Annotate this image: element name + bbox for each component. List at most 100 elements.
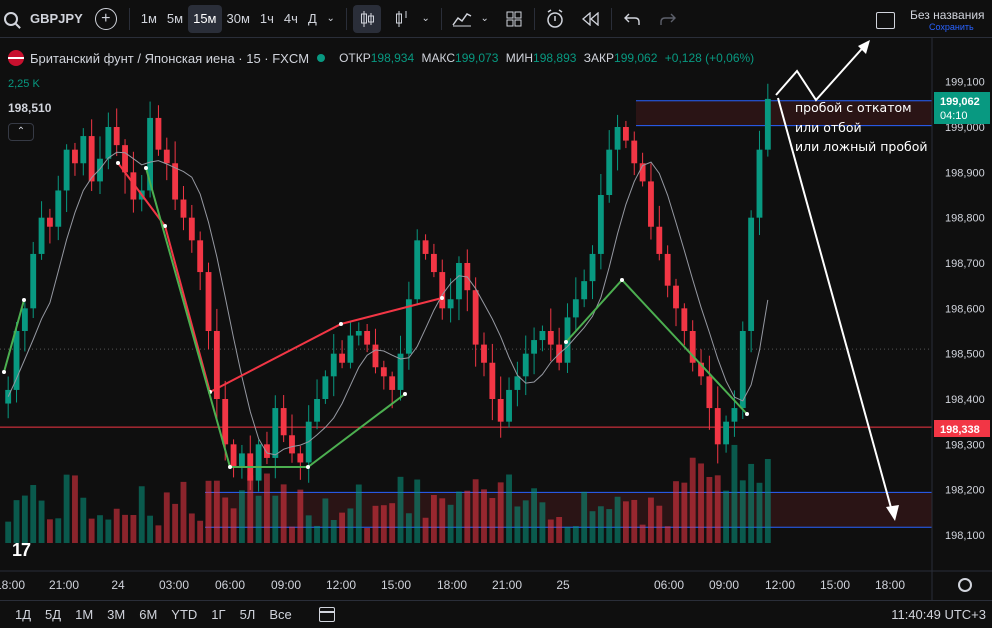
candle[interactable] <box>222 399 229 445</box>
candle[interactable] <box>614 127 621 150</box>
candle[interactable] <box>188 217 195 241</box>
range-all[interactable]: Все <box>262 607 298 622</box>
candle[interactable] <box>539 331 546 341</box>
chevron-down-icon[interactable]: ⌄ <box>476 5 494 33</box>
wave-line[interactable] <box>565 278 748 415</box>
candle[interactable] <box>380 367 387 377</box>
tradingview-logo[interactable]: 17 <box>12 540 31 561</box>
indicators-icon[interactable] <box>448 5 476 33</box>
candle[interactable] <box>497 399 504 422</box>
candle[interactable] <box>522 353 529 377</box>
wave-point[interactable] <box>144 166 148 170</box>
range-5d[interactable]: 5Д <box>38 607 68 622</box>
candle[interactable] <box>339 353 346 363</box>
range-3m[interactable]: 3М <box>100 607 132 622</box>
candle[interactable] <box>606 149 613 195</box>
templates-icon[interactable] <box>500 5 528 33</box>
wave-point[interactable] <box>440 296 444 300</box>
candle[interactable] <box>589 253 596 282</box>
candle[interactable] <box>355 331 362 336</box>
candle[interactable] <box>88 136 95 182</box>
forecast-arrow-up[interactable] <box>775 41 869 102</box>
gear-icon[interactable] <box>958 578 972 592</box>
range-5y[interactable]: 5Л <box>233 607 263 622</box>
candle[interactable] <box>756 149 763 218</box>
candle[interactable] <box>389 376 396 390</box>
wave-point[interactable] <box>745 412 749 416</box>
chevron-down-icon[interactable]: ⌄ <box>417 5 435 33</box>
candle[interactable] <box>547 331 554 345</box>
candle-style-icon[interactable] <box>389 5 417 33</box>
tf-5m[interactable]: 5м <box>162 5 188 33</box>
wave-point[interactable] <box>564 340 568 344</box>
candle[interactable] <box>180 199 187 218</box>
wave-point[interactable] <box>228 465 232 469</box>
candle[interactable] <box>38 217 45 254</box>
wave-point[interactable] <box>306 465 310 469</box>
candle[interactable] <box>673 285 679 309</box>
candle[interactable] <box>330 353 337 377</box>
candle[interactable] <box>97 158 103 182</box>
candle[interactable] <box>489 362 496 399</box>
candle[interactable] <box>531 340 538 354</box>
wave-point[interactable] <box>620 278 624 282</box>
layout-title[interactable]: Без названия <box>910 8 985 22</box>
timeframe-dropdown-icon[interactable]: ⌄ <box>322 5 340 33</box>
candle[interactable] <box>714 408 721 445</box>
candle[interactable] <box>430 253 437 273</box>
candle[interactable] <box>506 389 512 422</box>
candle[interactable] <box>731 408 738 422</box>
candle[interactable] <box>255 444 262 481</box>
candle[interactable] <box>439 272 446 309</box>
candle[interactable] <box>163 149 170 164</box>
candle[interactable] <box>155 117 162 150</box>
tf-15m[interactable]: 15м <box>188 4 222 33</box>
layout-toggle-icon[interactable] <box>876 12 895 29</box>
wave-point[interactable] <box>22 298 26 302</box>
candle[interactable] <box>664 253 671 286</box>
range-ytd[interactable]: YTD <box>164 607 204 622</box>
tf-1d[interactable]: Д <box>303 5 322 33</box>
candle[interactable] <box>105 127 112 159</box>
candle[interactable] <box>289 435 295 454</box>
candle[interactable] <box>447 299 454 309</box>
range-1m[interactable]: 1М <box>68 607 100 622</box>
candles-icon[interactable] <box>352 4 381 33</box>
candle[interactable] <box>472 290 479 345</box>
candle[interactable] <box>63 149 70 191</box>
candle[interactable] <box>13 331 20 390</box>
candle[interactable] <box>631 140 638 164</box>
undo-icon[interactable] <box>618 5 646 33</box>
candle[interactable] <box>681 308 688 331</box>
candle[interactable] <box>322 376 329 399</box>
tf-1h[interactable]: 1ч <box>255 5 279 33</box>
candle[interactable] <box>264 444 270 458</box>
candle[interactable] <box>648 181 654 227</box>
candle[interactable] <box>197 240 204 273</box>
candle[interactable] <box>372 344 379 368</box>
candle[interactable] <box>481 344 487 363</box>
forecast-arrow-down[interactable] <box>777 97 894 516</box>
range-1y[interactable]: 1Г <box>204 607 232 622</box>
candle[interactable] <box>656 226 663 254</box>
candle[interactable] <box>347 335 354 363</box>
candle[interactable] <box>272 408 279 458</box>
tf-1m[interactable]: 1м <box>136 5 162 33</box>
candle[interactable] <box>72 149 78 164</box>
symbol-search-button[interactable]: GBPJPY <box>4 5 83 33</box>
candle[interactable] <box>581 281 588 300</box>
candle[interactable] <box>113 127 120 146</box>
wave-point[interactable] <box>2 370 6 374</box>
candle[interactable] <box>205 272 212 331</box>
range-6m[interactable]: 6М <box>132 607 164 622</box>
tf-4h[interactable]: 4ч <box>279 5 303 33</box>
redo-icon[interactable] <box>654 5 682 33</box>
collapse-legend-button[interactable]: ⌃ <box>8 123 34 141</box>
candle[interactable] <box>30 253 37 309</box>
replay-icon[interactable] <box>577 5 605 33</box>
tf-30m[interactable]: 30м <box>222 5 255 33</box>
candle[interactable] <box>597 195 604 254</box>
candle[interactable] <box>456 263 462 300</box>
candle[interactable] <box>230 444 237 467</box>
wave-point[interactable] <box>339 322 343 326</box>
